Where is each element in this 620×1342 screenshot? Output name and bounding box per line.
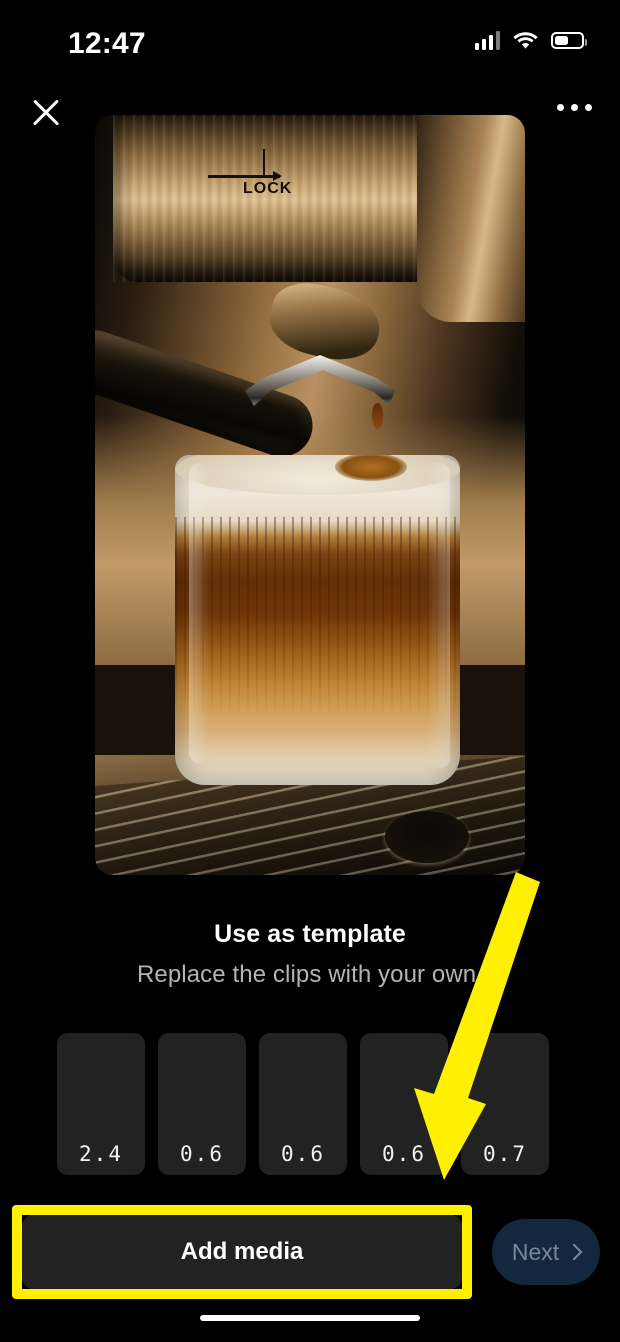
clip-slot[interactable]: 0.6 (259, 1033, 347, 1175)
annotation-highlight-box (12, 1205, 472, 1299)
status-bar-time: 12:47 (68, 27, 146, 60)
phone-screen: 12:47 LOCK Use as template Replace the c… (0, 0, 620, 1342)
next-label: Next (511, 1238, 560, 1265)
clip-duration: 2.4 (79, 1142, 123, 1166)
clip-slot[interactable]: 0.6 (158, 1033, 246, 1175)
page-title: Use as template (214, 920, 406, 948)
battery-icon (551, 31, 587, 49)
template-caption: Use as template Replace the clips with y… (0, 920, 620, 989)
lock-label: LOCK (243, 180, 293, 197)
video-preview[interactable]: LOCK (95, 115, 525, 875)
coffee-glass (175, 455, 460, 785)
close-x-icon[interactable] (26, 92, 66, 132)
page-subtitle: Replace the clips with your own. (136, 961, 484, 988)
cellular-signal-icon (474, 30, 500, 50)
more-options-ellipsis-icon[interactable] (557, 104, 592, 111)
home-indicator (200, 1315, 420, 1321)
portafilter-spout (245, 333, 395, 429)
clip-duration: 0.6 (382, 1142, 426, 1166)
clip-slot[interactable]: 0.7 (461, 1033, 549, 1175)
status-bar: 12:47 (0, 0, 620, 78)
clip-duration: 0.6 (180, 1142, 224, 1166)
wifi-icon (513, 31, 538, 50)
chevron-right-icon (565, 1243, 583, 1261)
clip-slot[interactable]: 0.6 (360, 1033, 448, 1175)
clip-duration: 0.7 (483, 1142, 527, 1166)
preview-photo: LOCK (95, 115, 525, 875)
next-button[interactable]: Next (492, 1219, 600, 1285)
clip-strip: 2.4 0.6 0.6 0.6 0.7 (57, 1033, 549, 1175)
clip-duration: 0.6 (281, 1142, 325, 1166)
clip-slot[interactable]: 2.4 (57, 1033, 145, 1175)
status-bar-indicators (474, 30, 587, 50)
